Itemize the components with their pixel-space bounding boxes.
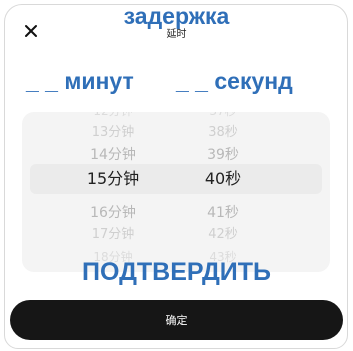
picker-row[interactable]: 14分钟 39秒 <box>22 144 330 166</box>
picker-row[interactable]: 12分钟 37秒 <box>22 112 330 122</box>
seconds-option[interactable]: 39秒 <box>198 144 248 166</box>
seconds-unit-label: _ _ секунд <box>176 68 293 94</box>
seconds-option[interactable]: 37秒 <box>198 112 248 122</box>
confirm-overlay-label: ПОДТВЕРДИТЬ <box>81 258 271 286</box>
seconds-option[interactable]: 42秒 <box>198 224 248 246</box>
unit-labels: _ _ минут _ _ секунд <box>0 66 353 100</box>
minutes-unit-label: _ _ минут <box>26 68 134 94</box>
confirm-button[interactable]: 确定 <box>10 300 343 340</box>
minutes-option[interactable]: 17分钟 <box>78 224 148 246</box>
minutes-selected[interactable]: 15分钟 <box>78 168 148 190</box>
minutes-option[interactable]: 12分钟 <box>78 112 148 122</box>
confirm-button-label: 确定 <box>165 314 188 327</box>
time-picker[interactable]: 12分钟 37秒 13分钟 38秒 14分钟 39秒 15分钟 40秒 16分钟… <box>22 112 330 272</box>
picker-row[interactable]: 16分钟 41秒 <box>22 202 330 224</box>
seconds-selected[interactable]: 40秒 <box>198 168 248 190</box>
overlay-title: задержка <box>123 3 230 29</box>
picker-row-selected[interactable]: 15分钟 40秒 <box>22 168 330 190</box>
minutes-option[interactable]: 13分钟 <box>78 122 148 144</box>
sheet-title: 延时 <box>166 29 187 40</box>
minutes-option[interactable]: 16分钟 <box>78 202 148 224</box>
picker-row[interactable]: 13分钟 38秒 <box>22 122 330 144</box>
seconds-option[interactable]: 41秒 <box>198 202 248 224</box>
seconds-option[interactable]: 38秒 <box>198 122 248 144</box>
minutes-option[interactable]: 14分钟 <box>78 144 148 166</box>
picker-row[interactable]: 17分钟 42秒 <box>22 224 330 246</box>
